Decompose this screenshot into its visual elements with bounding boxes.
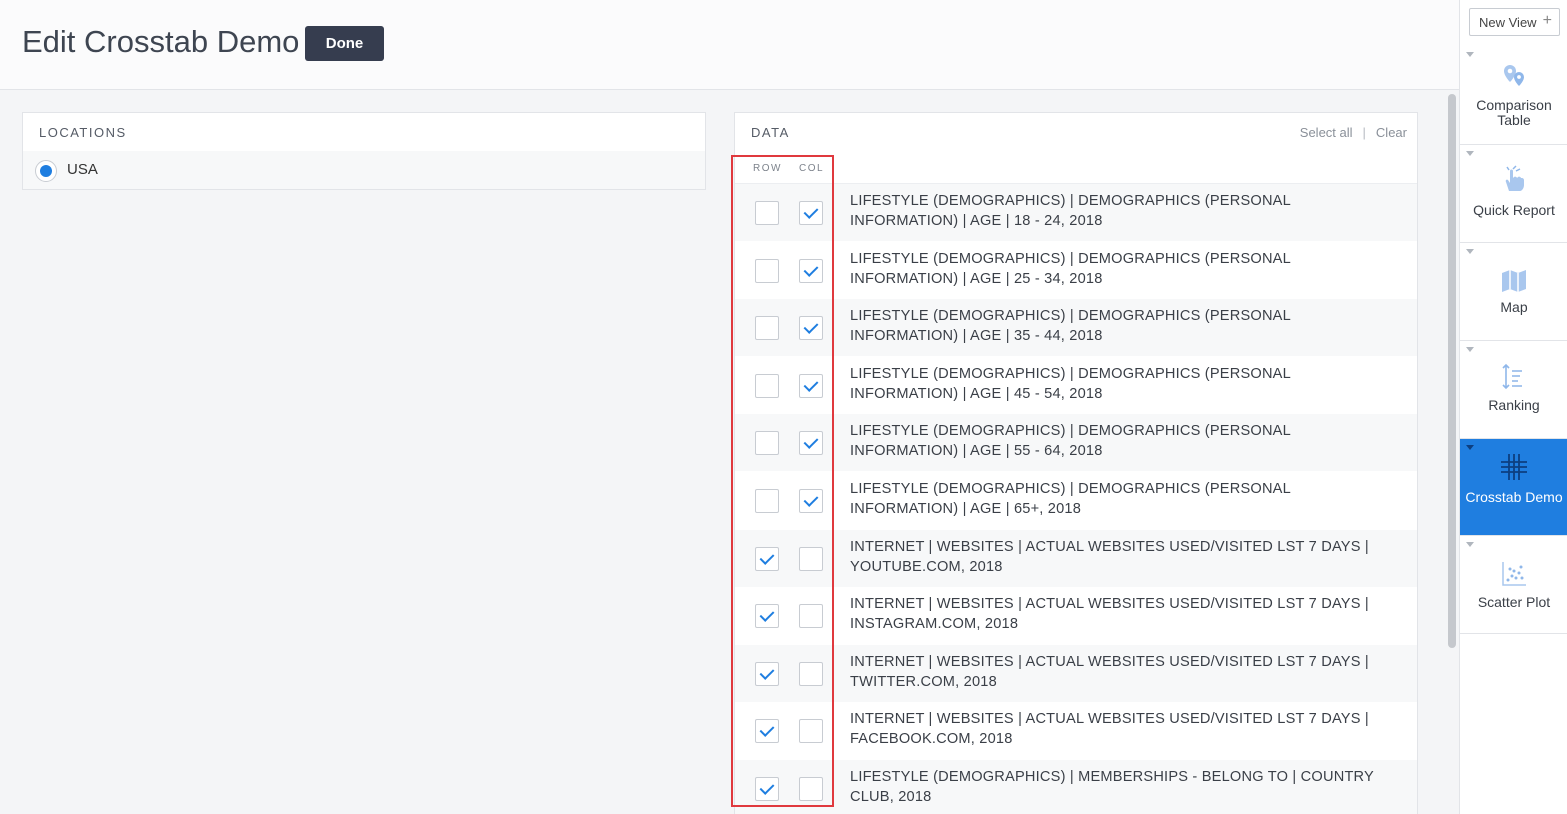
data-row: LIFESTYLE (DEMOGRAPHICS) | DEMOGRAPHICS … [735, 414, 1417, 472]
sidebar-item-label: Scatter Plot [1477, 594, 1551, 610]
sidebar-item-scatter-plot[interactable]: Scatter Plot [1460, 536, 1567, 634]
data-row: LIFESTYLE (DEMOGRAPHICS) | DEMOGRAPHICS … [735, 299, 1417, 357]
done-button[interactable]: Done [305, 26, 384, 61]
location-radio[interactable] [35, 160, 57, 182]
page-title: Edit Crosstab Demo [22, 24, 300, 59]
data-row-label: LIFESTYLE (DEMOGRAPHICS) | DEMOGRAPHICS … [850, 250, 1291, 287]
data-row-label: INTERNET | WEBSITES | ACTUAL WEBSITES US… [850, 596, 1369, 633]
sidebar-item-ranking[interactable]: Ranking [1460, 341, 1567, 439]
data-row: INTERNET | WEBSITES | ACTUAL WEBSITES US… [735, 529, 1417, 587]
data-panel: DATA Select all | Clear ROW COL LIFESTYLE … [734, 112, 1418, 814]
sidebar-item-label: Map [1500, 299, 1528, 315]
data-row-label: LIFESTYLE (DEMOGRAPHICS) | DEMOGRAPHICS … [850, 423, 1291, 460]
row-checkbox[interactable] [755, 661, 779, 686]
row-checkbox[interactable] [755, 431, 779, 456]
view-sidebar: New View + Comparison Table Quick Report… [1459, 0, 1567, 814]
data-row-label: LIFESTYLE (DEMOGRAPHICS) | DEMOGRAPHICS … [850, 193, 1291, 229]
location-label: USA [67, 161, 98, 178]
data-row: INTERNET | WEBSITES | ACTUAL WEBSITES US… [735, 644, 1417, 702]
select-all-link[interactable]: Select all [1300, 125, 1353, 140]
row-checkbox[interactable] [755, 719, 779, 744]
corner-indicator [1466, 445, 1474, 450]
corner-indicator [1466, 249, 1474, 254]
row-checkbox[interactable] [755, 604, 779, 629]
row-checkbox[interactable] [755, 373, 779, 398]
data-row: LIFESTYLE (DEMOGRAPHICS) | DEMOGRAPHICS … [735, 357, 1417, 414]
page-header: Edit Crosstab Demo Done [0, 0, 1459, 90]
data-row: LIFESTYLE (DEMOGRAPHICS) | DEMOGRAPHICS … [735, 242, 1417, 299]
sidebar-item-label: Comparison Table [1476, 97, 1552, 128]
scrollbar[interactable] [1446, 92, 1458, 814]
data-actions: Select all | Clear [1300, 125, 1407, 140]
col-checkbox[interactable] [799, 201, 823, 225]
row-checkbox[interactable] [755, 546, 779, 571]
col-column-header: COL [799, 163, 825, 174]
col-checkbox[interactable] [799, 489, 823, 513]
col-checkbox[interactable] [799, 258, 823, 283]
new-view-button[interactable]: New View + [1469, 8, 1560, 36]
sidebar-item-crosstab-demo[interactable]: Crosstab Demo [1460, 439, 1567, 536]
data-title: DATA [751, 125, 790, 140]
scrollbar-thumb[interactable] [1448, 94, 1456, 648]
col-checkbox[interactable] [799, 661, 823, 686]
col-checkbox[interactable] [799, 546, 823, 571]
sidebar-item-comparison-table[interactable]: Comparison Table [1460, 46, 1567, 145]
data-row-label: INTERNET | WEBSITES | ACTUAL WEBSITES US… [850, 538, 1369, 575]
data-row: LIFESTYLE (DEMOGRAPHICS) | DEMOGRAPHICS … [735, 472, 1417, 529]
row-checkbox[interactable] [755, 258, 779, 283]
sidebar-item-label: Quick Report [1473, 202, 1555, 218]
comparison-table-icon [1504, 65, 1524, 86]
row-checkbox[interactable] [755, 316, 779, 341]
row-checkbox[interactable] [755, 201, 779, 225]
data-row-label: INTERNET | WEBSITES | ACTUAL WEBSITES US… [850, 711, 1369, 748]
data-row-label: LIFESTYLE (DEMOGRAPHICS) | DEMOGRAPHICS … [850, 308, 1291, 345]
corner-indicator [1466, 347, 1474, 352]
map-icon [1502, 270, 1526, 292]
actions-separator: | [1362, 125, 1366, 140]
col-checkbox[interactable] [799, 316, 823, 341]
data-row: INTERNET | WEBSITES | ACTUAL WEBSITES US… [735, 702, 1417, 759]
new-view-label: New View [1479, 14, 1537, 30]
clear-link[interactable]: Clear [1376, 125, 1407, 140]
quick-report-icon [1505, 165, 1524, 191]
data-row-label: INTERNET | WEBSITES | ACTUAL WEBSITES US… [850, 653, 1369, 690]
plus-icon: + [1542, 12, 1552, 29]
scatter-plot-icon [1502, 562, 1526, 586]
corner-indicator [1466, 151, 1474, 156]
data-row-label: LIFESTYLE (DEMOGRAPHICS) | DEMOGRAPHICS … [850, 365, 1291, 402]
crosstab-icon [1501, 454, 1527, 480]
data-row: LIFESTYLE (DEMOGRAPHICS) | MEMBERSHIPS -… [735, 760, 1417, 814]
ranking-icon [1502, 363, 1522, 390]
col-checkbox[interactable] [799, 373, 823, 398]
sidebar-item-map[interactable]: Map [1460, 243, 1567, 341]
sidebar-item-label: Ranking [1488, 397, 1540, 413]
locations-panel: LOCATIONS USA [22, 112, 706, 190]
data-row-label: LIFESTYLE (DEMOGRAPHICS) | MEMBERSHIPS -… [850, 769, 1374, 805]
row-checkbox[interactable] [755, 777, 779, 801]
sidebar-item-label: Crosstab Demo [1465, 489, 1563, 505]
col-checkbox[interactable] [799, 777, 823, 801]
locations-title: LOCATIONS [39, 125, 127, 140]
data-row: LIFESTYLE (DEMOGRAPHICS) | DEMOGRAPHICS … [735, 184, 1417, 241]
sidebar-item-quick-report[interactable]: Quick Report [1460, 145, 1567, 243]
col-checkbox[interactable] [799, 604, 823, 629]
row-checkbox[interactable] [755, 489, 779, 513]
data-row-label: LIFESTYLE (DEMOGRAPHICS) | DEMOGRAPHICS … [850, 481, 1291, 517]
col-checkbox[interactable] [799, 431, 823, 456]
corner-indicator [1466, 52, 1474, 57]
col-checkbox[interactable] [799, 719, 823, 744]
data-row: INTERNET | WEBSITES | ACTUAL WEBSITES US… [735, 587, 1417, 644]
location-item-usa[interactable]: USA [23, 151, 705, 189]
row-column-header: ROW [753, 163, 782, 174]
corner-indicator [1466, 542, 1474, 547]
